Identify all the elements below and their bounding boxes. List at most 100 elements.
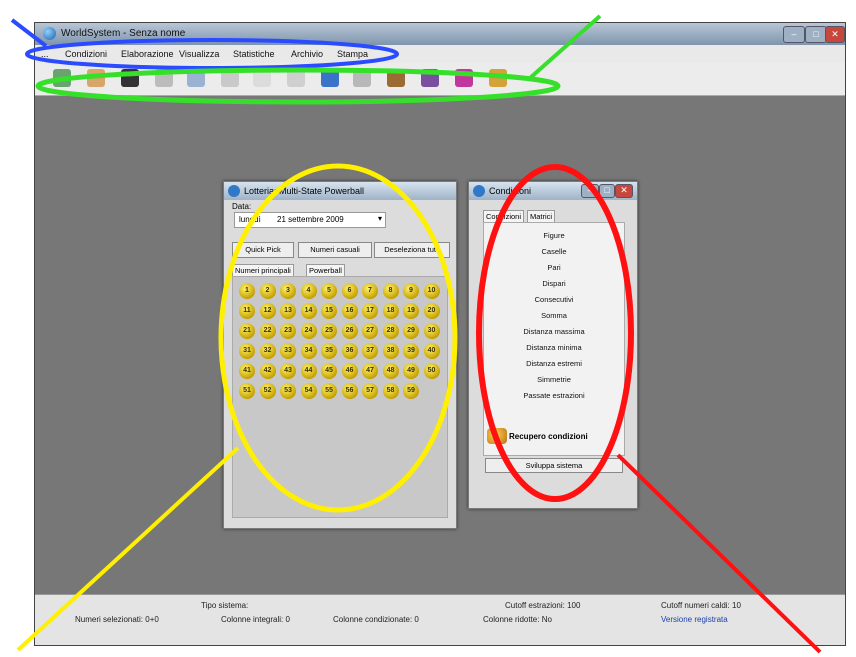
minimize-button[interactable]: – [581,184,599,198]
number-ball[interactable]: 37 [362,343,378,359]
search-icon[interactable] [321,69,339,87]
number-ball[interactable]: 58 [382,383,399,399]
number-ball[interactable]: 38 [382,343,399,359]
number-ball[interactable]: 32 [259,343,276,359]
number-ball[interactable]: 44 [300,363,317,379]
number-ball[interactable]: 27 [362,323,378,339]
number-ball[interactable]: 29 [403,323,419,339]
condition-item[interactable]: Caselle [484,247,624,256]
number-ball[interactable]: 43 [280,363,296,379]
open-icon[interactable] [87,69,105,87]
quick-pick-button[interactable]: Quick Pick [232,242,294,258]
number-ball[interactable]: 20 [423,303,440,319]
tab-powerball[interactable]: Powerball [306,264,345,276]
recover-conditions-label[interactable]: Recupero condizioni [509,432,588,441]
number-ball[interactable]: 18 [382,303,399,319]
number-ball[interactable]: 16 [341,303,358,319]
number-ball[interactable]: 28 [382,323,399,339]
random-numbers-button[interactable]: Numeri casuali [298,242,372,258]
menu-item-elaborazione[interactable]: Elaborazione [121,49,174,59]
number-ball[interactable]: 12 [259,303,276,319]
number-ball[interactable]: 14 [300,303,317,319]
number-ball[interactable]: 52 [259,383,276,399]
condition-item[interactable]: Somma [484,311,624,320]
number-ball[interactable]: 3 [280,283,296,299]
tab-main-numbers[interactable]: Numeri principali [232,264,294,276]
menu-item-file[interactable]: ... [41,49,49,59]
number-ball[interactable]: 41 [239,363,255,379]
tab-conditions[interactable]: Condizioni [483,210,525,222]
bottle-icon[interactable] [253,69,271,87]
number-ball[interactable]: 51 [239,383,255,399]
archive-icon[interactable] [155,69,173,87]
number-ball[interactable]: 13 [280,303,296,319]
number-ball[interactable]: 33 [280,343,296,359]
number-ball[interactable]: 22 [259,323,276,339]
number-ball[interactable]: 59 [403,383,419,399]
number-ball[interactable]: 57 [362,383,378,399]
menu-item-stampa[interactable]: Stampa [337,49,368,59]
number-ball[interactable]: 24 [300,323,317,339]
pie-icon[interactable] [353,69,371,87]
bowl-icon[interactable] [287,69,305,87]
number-ball[interactable]: 53 [280,383,296,399]
menu-item-condizioni[interactable]: Condizioni [65,49,107,59]
tab-matrices[interactable]: Matrici [527,210,556,222]
number-ball[interactable]: 34 [300,343,317,359]
menu-item-statistiche[interactable]: Statistiche [233,49,275,59]
save-icon[interactable] [121,69,139,87]
chart-icon[interactable] [221,69,239,87]
edit-icon[interactable] [489,69,507,87]
menu-item-visualizza[interactable]: Visualizza [179,49,219,59]
number-ball[interactable]: 15 [321,303,337,319]
number-ball[interactable]: 5 [321,283,337,299]
number-ball[interactable]: 30 [423,323,440,339]
number-ball[interactable]: 42 [259,363,276,379]
number-ball[interactable]: 4 [300,283,317,299]
number-ball[interactable]: 2 [259,283,276,299]
condition-item[interactable]: Figure [484,231,624,240]
number-ball[interactable]: 35 [321,343,337,359]
number-ball[interactable]: 19 [403,303,419,319]
number-ball[interactable]: 31 [239,343,255,359]
number-ball[interactable]: 45 [321,363,337,379]
number-ball[interactable]: 46 [341,363,358,379]
condition-item[interactable]: Dispari [484,279,624,288]
number-ball[interactable]: 39 [403,343,419,359]
number-ball[interactable]: 1 [239,283,255,299]
condition-item[interactable]: Consecutivi [484,295,624,304]
number-ball[interactable]: 10 [423,283,440,299]
number-ball[interactable]: 49 [403,363,419,379]
number-ball[interactable]: 8 [382,283,399,299]
condition-item[interactable]: Distanza minima [484,343,624,352]
number-ball[interactable]: 54 [300,383,317,399]
condition-item[interactable]: Simmetrie [484,375,624,384]
number-ball[interactable]: 23 [280,323,296,339]
number-ball[interactable]: 50 [423,363,440,379]
number-ball[interactable]: 9 [403,283,419,299]
close-button[interactable]: ✕ [615,184,633,198]
number-ball[interactable]: 55 [321,383,337,399]
minimize-button[interactable]: – [783,26,805,43]
book-icon[interactable] [421,69,439,87]
number-ball[interactable]: 25 [321,323,337,339]
condition-item[interactable]: Pari [484,263,624,272]
deselect-button[interactable]: Deseleziona tutti [374,242,450,258]
maximize-button[interactable]: □ [805,26,827,43]
develop-system-button[interactable]: Sviluppa sistema [485,458,623,473]
notes-icon[interactable] [187,69,205,87]
number-ball[interactable]: 56 [341,383,358,399]
number-ball[interactable]: 6 [341,283,358,299]
condition-item[interactable]: Distanza estremi [484,359,624,368]
box-icon[interactable] [387,69,405,87]
condition-item[interactable]: Distanza massima [484,327,624,336]
number-ball[interactable]: 21 [239,323,255,339]
number-ball[interactable]: 11 [239,303,255,319]
calendar-dropdown-icon[interactable]: ▾ [378,214,382,223]
number-ball[interactable]: 40 [423,343,440,359]
lottery-icon[interactable] [53,69,71,87]
number-ball[interactable]: 48 [382,363,399,379]
number-ball[interactable]: 36 [341,343,358,359]
number-ball[interactable]: 17 [362,303,378,319]
number-ball[interactable]: 26 [341,323,358,339]
